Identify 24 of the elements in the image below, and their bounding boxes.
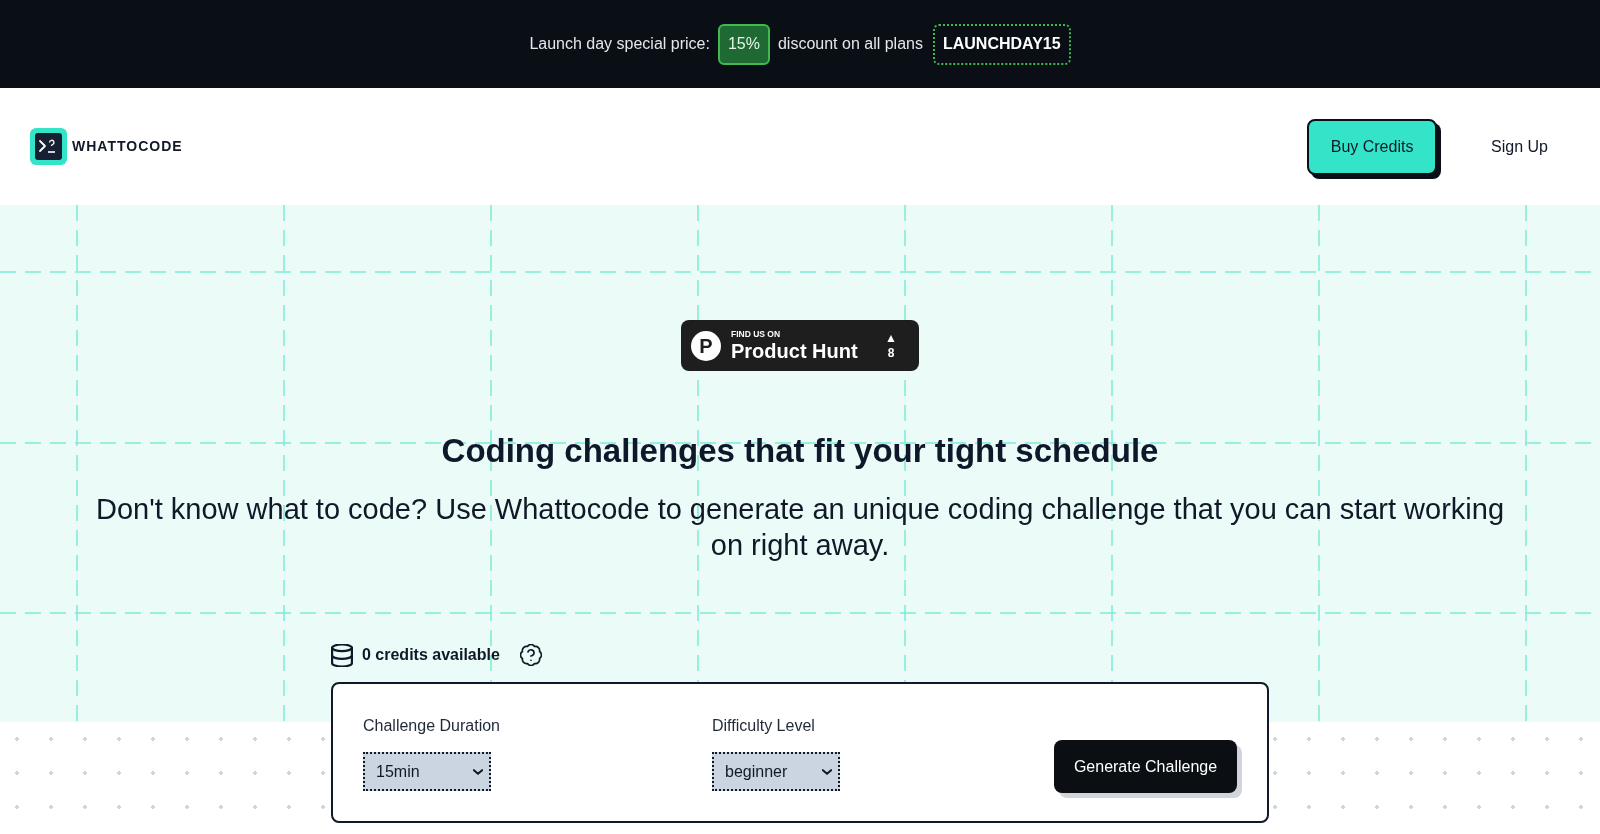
hero-title: Coding challenges that fit your tight schedule [441,431,1159,471]
credits-text: 0 credits available [362,645,500,665]
upvote-count: 8 [887,347,895,359]
coin-stack-icon [331,643,353,667]
terminal-logo-icon [30,128,67,165]
help-badge-icon[interactable] [519,644,542,666]
logo-text: WHATTOCODE [72,137,183,156]
field-label: Challenge Duration [363,716,500,736]
field-label: Difficulty Level [712,716,815,736]
dropdown[interactable]: 15min [363,752,491,791]
chevron-down-icon [822,768,832,775]
dropdown[interactable]: beginner [712,752,840,791]
upvote-label: ▲ [885,332,897,344]
badge-title: Product Hunt [731,340,858,361]
promo-code: LAUNCHDAY15 [932,23,1071,65]
announcement-text: discount on all plans [777,34,923,54]
discount-badge: 15% [717,23,770,65]
announcement-text: Launch day special price: [529,34,710,54]
sign-up-link[interactable]: Sign Up [1491,134,1548,159]
chevron-down-icon [473,768,483,775]
product-hunt-badge[interactable]: P FIND US ON Product Hunt ▲ 8 [681,320,919,371]
badge-caption: FIND US ON [731,330,782,339]
p-logo: P [691,330,721,361]
hero-subtitle: Don't know what to code? Use Whattocode to generate an unique coding challenge that you can start working on right away. [94,492,1506,563]
